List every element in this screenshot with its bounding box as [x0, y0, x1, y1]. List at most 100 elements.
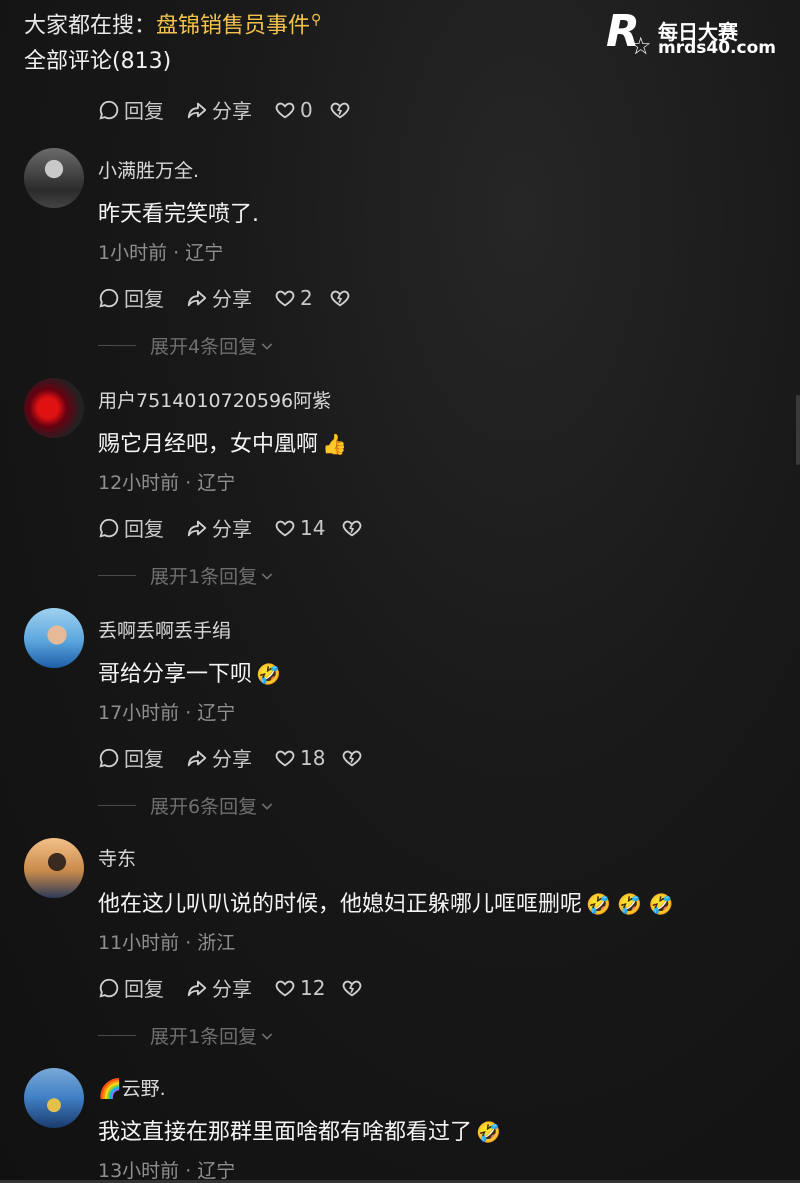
reply-button[interactable]: 回复	[98, 283, 164, 312]
comment-text: 我这直接在那群里面啥都有啥都看过了 🤣	[98, 1114, 501, 1146]
trending-search[interactable]: 大家都在搜：盘锦销售员事件⚲	[24, 4, 321, 42]
divider	[98, 345, 136, 346]
broken-heart-icon	[330, 290, 350, 306]
comment-actions: 回复 分享 2	[98, 283, 373, 312]
chevron-down-icon	[261, 1032, 273, 1040]
expand-replies-label: 展开6条回复	[150, 796, 258, 818]
expand-replies-button[interactable]: 展开1条回复	[98, 562, 275, 589]
reply-button[interactable]: 回复	[98, 95, 164, 124]
dislike-button[interactable]	[341, 517, 363, 539]
share-button[interactable]: 分享	[186, 283, 252, 312]
share-arrow-icon	[187, 102, 207, 118]
reply-button[interactable]: 回复	[98, 743, 164, 772]
like-button[interactable]: 14	[274, 516, 325, 540]
avatar[interactable]	[24, 148, 84, 208]
share-button[interactable]: 分享	[186, 95, 252, 124]
share-arrow-icon	[187, 520, 207, 536]
scrollbar[interactable]	[796, 395, 800, 465]
comment-meta: 1小时前 · 辽宁	[98, 242, 224, 264]
watermark-logo: R ☆	[606, 6, 652, 60]
share-button[interactable]: 分享	[186, 973, 252, 1002]
chevron-down-icon	[261, 572, 273, 580]
comment-text-body: 赐它月经吧，女中凰啊	[98, 432, 319, 457]
thumbs-up-emoji: 👍	[322, 432, 347, 456]
dislike-button[interactable]	[329, 99, 351, 121]
reply-button[interactable]: 回复	[98, 973, 164, 1002]
heart-icon	[275, 980, 295, 996]
divider	[98, 1035, 136, 1036]
avatar[interactable]	[24, 608, 84, 668]
expand-replies-button[interactable]: 展开6条回复	[98, 792, 275, 819]
divider	[98, 805, 136, 806]
share-label: 分享	[212, 287, 252, 311]
like-button[interactable]: 12	[274, 976, 325, 1000]
heart-icon	[275, 290, 295, 306]
comment-bubble-icon	[99, 748, 119, 768]
avatar[interactable]	[24, 838, 84, 898]
avatar[interactable]	[24, 378, 84, 438]
comment-text-body: 昨天看完笑喷了.	[98, 202, 259, 227]
comment-username[interactable]: 用户7514010720596阿紫	[98, 386, 331, 413]
like-count: 14	[300, 515, 326, 540]
like-button[interactable]: 0	[274, 98, 313, 122]
comment-username[interactable]: 丢啊丢啊丢手绢	[98, 616, 231, 643]
share-label: 分享	[212, 977, 252, 1001]
like-button[interactable]: 2	[274, 286, 313, 310]
comment-text: 哥给分享一下呗 🤣	[98, 656, 281, 688]
broken-heart-icon	[330, 102, 350, 118]
comment-bubble-icon	[99, 518, 119, 538]
dislike-button[interactable]	[341, 977, 363, 999]
reply-label: 回复	[124, 287, 164, 311]
laughing-emoji: 🤣 🤣 🤣	[586, 892, 674, 916]
laughing-emoji: 🤣	[476, 1120, 501, 1144]
reply-label: 回复	[124, 99, 164, 123]
dislike-button[interactable]	[341, 747, 363, 769]
heart-icon	[275, 750, 295, 766]
trending-search-topic[interactable]: 盘锦销售员事件	[156, 13, 310, 38]
share-button[interactable]: 分享	[186, 743, 252, 772]
share-label: 分享	[212, 517, 252, 541]
comment-meta: 13小时前 · 辽宁	[98, 1160, 236, 1182]
comment-actions: 回复 分享 0	[98, 95, 373, 124]
share-arrow-icon	[187, 290, 207, 306]
reply-button[interactable]: 回复	[98, 513, 164, 542]
share-label: 分享	[212, 747, 252, 771]
divider	[98, 575, 136, 576]
search-icon[interactable]: ⚲	[311, 12, 321, 28]
comment-bubble-icon	[99, 978, 119, 998]
share-button[interactable]: 分享	[186, 513, 252, 542]
comment-bubble-icon	[99, 288, 119, 308]
broken-heart-icon	[343, 980, 362, 996]
like-button[interactable]: 18	[274, 746, 325, 770]
expand-replies-label: 展开1条回复	[150, 566, 258, 588]
chevron-down-icon	[261, 342, 273, 350]
share-arrow-icon	[187, 980, 207, 996]
comment-actions: 回复 分享 18	[98, 743, 385, 772]
comments-count: 全部评论(813)	[24, 49, 172, 74]
like-count: 18	[300, 745, 326, 770]
avatar[interactable]	[24, 1068, 84, 1128]
comment-bubble-icon	[99, 100, 119, 120]
broken-heart-icon	[343, 750, 362, 766]
comment-text-body: 我这直接在那群里面啥都有啥都看过了	[98, 1120, 473, 1145]
expand-replies-button[interactable]: 展开4条回复	[98, 332, 275, 359]
comment-actions: 回复 分享 14	[98, 513, 385, 542]
broken-heart-icon	[343, 520, 362, 536]
like-count: 12	[300, 975, 326, 1000]
comment-username[interactable]: 小满胜万全.	[98, 156, 199, 183]
expand-replies-button[interactable]: 展开1条回复	[98, 1022, 275, 1049]
comment-text: 赐它月经吧，女中凰啊 👍	[98, 426, 347, 458]
dislike-button[interactable]	[329, 287, 351, 309]
like-count: 0	[300, 97, 313, 122]
comment-text: 他在这儿叭叭说的时候，他媳妇正躲哪儿哐哐删呢 🤣 🤣 🤣	[98, 886, 673, 918]
comment-username[interactable]: 寺东	[98, 844, 136, 871]
comment-text-body: 他在这儿叭叭说的时候，他媳妇正躲哪儿哐哐删呢	[98, 892, 583, 917]
comment-text-body: 哥给分享一下呗	[98, 662, 253, 687]
comment-meta: 17小时前 · 辽宁	[98, 702, 236, 724]
heart-icon	[275, 520, 295, 536]
expand-replies-label: 展开4条回复	[150, 336, 258, 358]
comment-username[interactable]: 🌈云野.	[98, 1074, 166, 1101]
comment-meta: 12小时前 · 辽宁	[98, 472, 236, 494]
reply-label: 回复	[124, 517, 164, 541]
comment-text: 昨天看完笑喷了.	[98, 196, 259, 228]
